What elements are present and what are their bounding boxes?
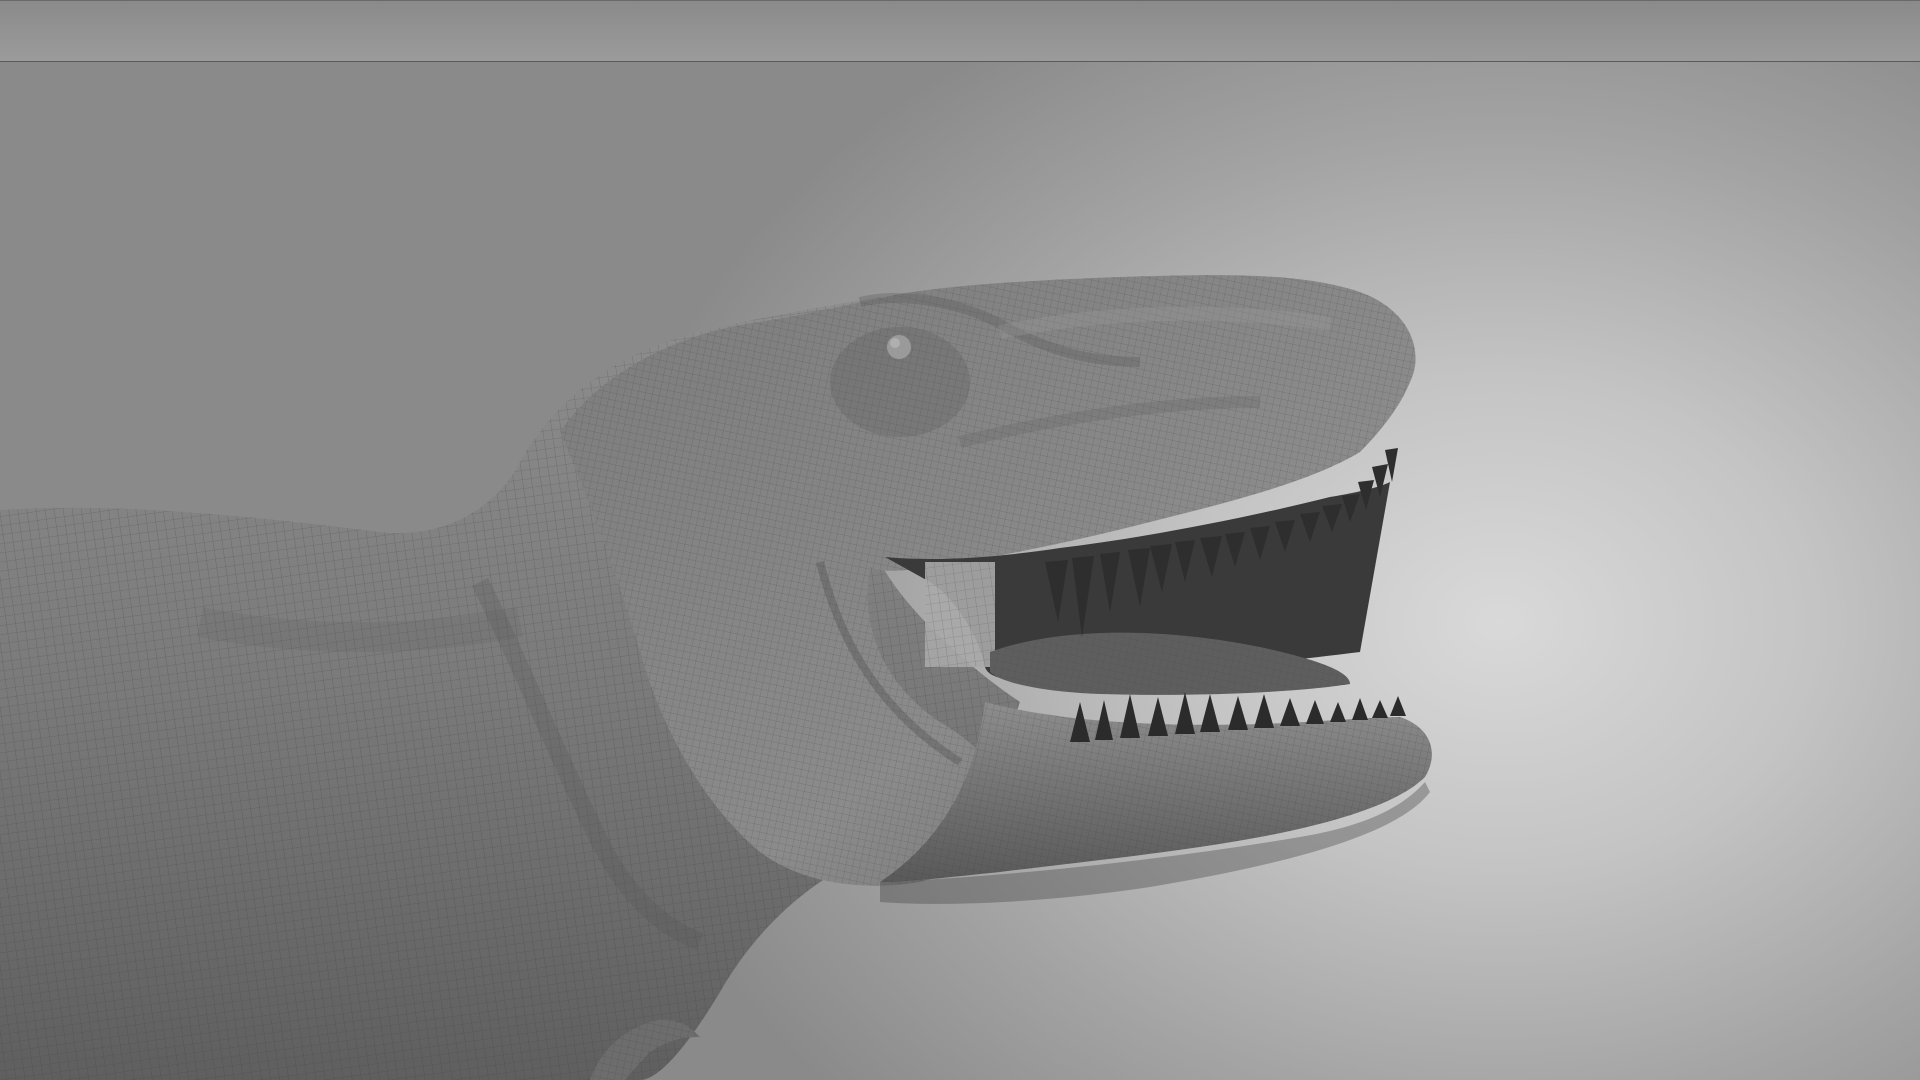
- model-render: [0, 275, 1432, 1080]
- header-border: [0, 0, 1920, 1]
- eye-highlight: [890, 338, 900, 348]
- eye-icon: [887, 335, 911, 359]
- 3d-viewport[interactable]: [0, 62, 1920, 1080]
- 3d-modeling-app: [0, 0, 1920, 1080]
- viewport-header-strip: [0, 0, 1920, 62]
